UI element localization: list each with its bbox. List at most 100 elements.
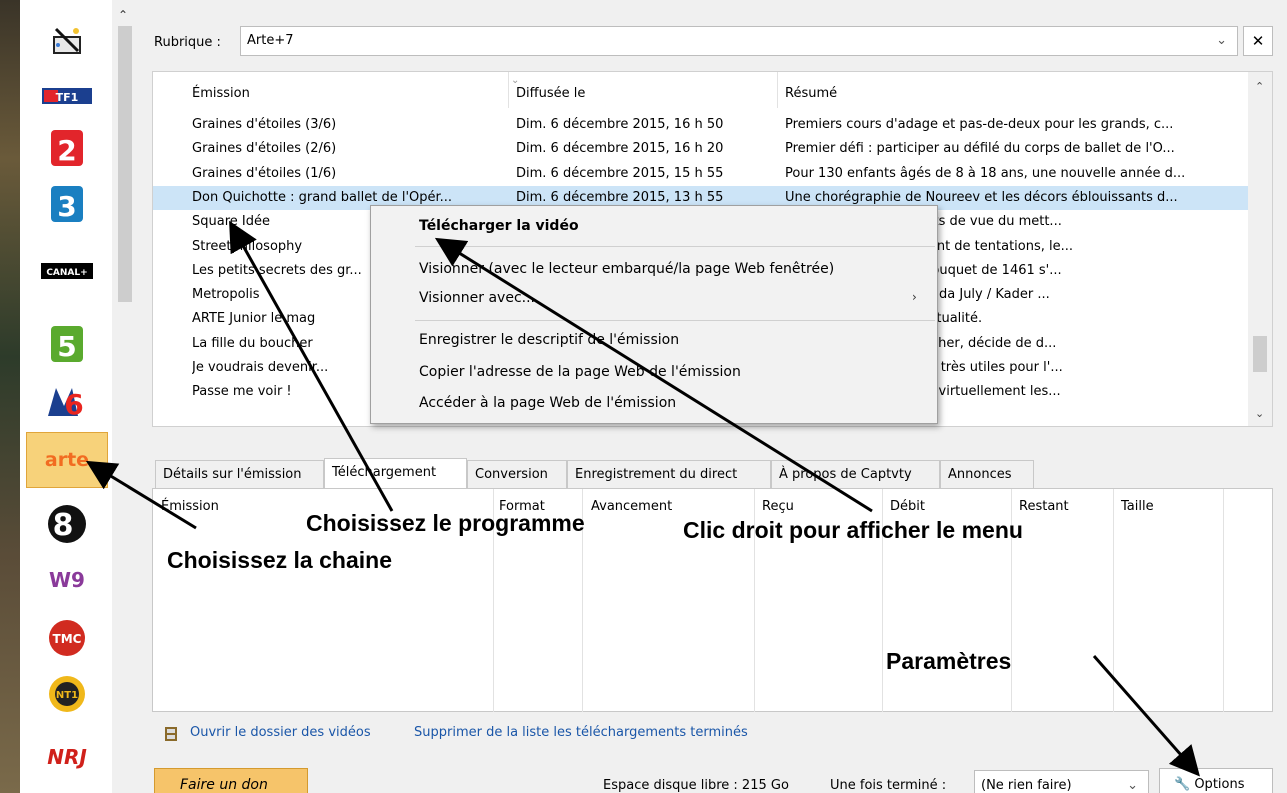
submenu-arrow-icon: › — [912, 290, 917, 304]
close-icon: ✕ — [1251, 32, 1265, 50]
rubrique-label: Rubrique : — [154, 35, 221, 50]
c8-label: 8 — [53, 508, 74, 543]
emission-cell: Don Quichotte : grand ballet de l'Opér..… — [192, 189, 453, 205]
list-item[interactable]: Graines d'étoiles (2/6) Dim. 6 décembre 2… — [153, 137, 1248, 161]
open-folder-link[interactable]: Ouvrir le dossier des vidéos — [190, 725, 371, 740]
tab-label: Téléchargement — [332, 465, 437, 480]
column-separator — [777, 72, 778, 108]
list-item[interactable]: Graines d'étoiles (3/6) Dim. 6 décembre 2… — [153, 113, 1248, 137]
tab-annonces[interactable]: Annonces — [940, 460, 1034, 490]
channel-scrollbar[interactable]: ⌃ — [112, 0, 138, 793]
when-done-label: Une fois terminé : — [830, 778, 947, 793]
menu-separator — [415, 320, 935, 321]
tab-label: Détails sur l'émission — [163, 467, 302, 482]
menu-item-download[interactable]: Télécharger la vidéo — [419, 218, 579, 234]
nrj12-label: NRJ — [47, 745, 87, 769]
france5-label: 5 — [57, 330, 76, 363]
m6-label: 6 — [64, 388, 83, 420]
tab-live-recording[interactable]: Enregistrement du direct — [567, 460, 771, 490]
chevron-down-icon: ⌄ — [1216, 33, 1227, 48]
channel-france2-logo[interactable]: 2 — [28, 124, 106, 172]
menu-item-copy-address[interactable]: Copier l'adresse de la page Web de l'émi… — [419, 364, 741, 380]
close-button[interactable]: ✕ — [1243, 26, 1273, 56]
tf1-label: TF1 — [56, 91, 79, 104]
clear-finished-link[interactable]: Supprimer de la liste les téléchargement… — [414, 725, 748, 740]
arte-label: arte — [44, 449, 90, 471]
emission-cell: Graines d'étoiles (1/6) — [192, 165, 337, 181]
tab-label: Annonces — [948, 467, 1012, 482]
column-header-emission[interactable]: Émission — [161, 499, 219, 514]
annotation-right-click: Clic droit pour afficher le menu — [683, 517, 1023, 543]
menu-separator — [415, 246, 935, 247]
channel-c8-logo[interactable]: 8 — [28, 500, 106, 548]
captvty-window: TF1 2 3 CANAL+ 5 6 arte 8 W9 TMC NT1 NRJ… — [0, 0, 1287, 793]
disk-space-label: Espace disque libre : 215 Go — [603, 778, 789, 793]
options-label: Options — [1194, 777, 1245, 792]
column-header-size[interactable]: Taille — [1121, 499, 1154, 514]
channel-tf1-logo[interactable]: TF1 — [28, 72, 106, 120]
tab-label: Conversion — [475, 467, 548, 482]
channel-m6-logo[interactable]: 6 — [28, 376, 106, 424]
annotation-settings: Paramètres — [886, 648, 1012, 674]
france3-label: 3 — [57, 190, 76, 223]
menu-item-watch-with[interactable]: Visionner avec... — [419, 290, 535, 306]
context-menu: Télécharger la vidéo Visionner (avec le … — [370, 205, 938, 424]
options-button[interactable]: 🔧 Options — [1159, 768, 1273, 793]
column-header-progress[interactable]: Avancement — [591, 499, 672, 514]
channel-tmc-logo[interactable]: TMC — [28, 614, 106, 662]
when-done-value: (Ne rien faire) — [981, 778, 1072, 793]
tab-details[interactable]: Détails sur l'émission — [155, 460, 324, 490]
list-scrollbar[interactable]: ⌃ ⌄ — [1248, 72, 1272, 426]
nt1-label: NT1 — [56, 690, 78, 701]
list-item[interactable]: Graines d'étoiles (1/6) Dim. 6 décembre 2… — [153, 162, 1248, 186]
rubrique-select[interactable]: Arte+7 ⌄ — [240, 26, 1238, 56]
column-header-remaining[interactable]: Restant — [1019, 499, 1069, 514]
scroll-down-icon[interactable]: ⌄ — [1255, 407, 1264, 420]
summary-cell: Premier défi : participer au défilé du c… — [785, 141, 1175, 157]
sort-indicator-icon: ⌄ — [511, 75, 520, 86]
column-header-received[interactable]: Reçu — [762, 499, 794, 514]
annotation-choose-channel: Choisissez la chaine — [167, 547, 392, 573]
column-header-emission[interactable]: Émission — [192, 86, 250, 101]
date-cell: Dim. 6 décembre 2015, 16 h 50 — [516, 117, 724, 132]
donate-button[interactable]: Faire un don — [154, 768, 308, 793]
desktop-background-strip — [0, 0, 20, 793]
scroll-up-icon[interactable]: ⌃ — [118, 8, 128, 22]
channel-arte-logo[interactable]: arte — [26, 432, 108, 488]
tab-download[interactable]: Téléchargement — [324, 458, 467, 490]
column-header-resume[interactable]: Résumé — [785, 86, 837, 101]
summary-cell: Premiers cours d'adage et pas-de-deux po… — [785, 117, 1174, 132]
channel-w9-logo[interactable]: W9 — [28, 556, 106, 604]
emission-cell: Graines d'étoiles (3/6) — [192, 117, 337, 132]
date-cell: Dim. 6 décembre 2015, 13 h 55 — [516, 189, 724, 205]
channel-canalplus-logo[interactable]: CANAL+ — [28, 256, 106, 286]
chevron-down-icon: ⌄ — [1127, 778, 1138, 793]
menu-item-open-page[interactable]: Accéder à la page Web de l'émission — [419, 395, 676, 411]
column-header-rate[interactable]: Débit — [890, 499, 925, 514]
tmc-label: TMC — [53, 632, 82, 646]
scroll-up-icon[interactable]: ⌃ — [1255, 80, 1264, 93]
app-logo-icon[interactable] — [28, 16, 106, 64]
summary-cell: Une chorégraphie de Noureev et les décor… — [785, 189, 1178, 205]
download-links-bar: Ouvrir le dossier des vidéos Supprimer d… — [152, 712, 1273, 756]
emission-cell: Graines d'étoiles (2/6) — [192, 141, 337, 157]
date-cell: Dim. 6 décembre 2015, 16 h 20 — [516, 141, 724, 157]
rubrique-value: Arte+7 — [247, 33, 294, 48]
when-done-select[interactable]: (Ne rien faire) ⌄ — [974, 770, 1149, 793]
column-header-diffusee[interactable]: Diffusée le — [516, 86, 585, 101]
channel-scrollbar-thumb[interactable] — [118, 26, 132, 302]
tab-label: À propos de Captvty — [779, 467, 912, 482]
w9-label: W9 — [49, 568, 85, 592]
channel-nrj12-logo[interactable]: NRJ — [28, 728, 106, 776]
film-folder-icon — [165, 727, 177, 741]
tab-about[interactable]: À propos de Captvty — [771, 460, 940, 490]
channel-nt1-logo[interactable]: NT1 — [28, 670, 106, 718]
canalplus-label: CANAL+ — [46, 268, 87, 278]
channel-france5-logo[interactable]: 5 — [28, 320, 106, 368]
menu-item-save-description[interactable]: Enregistrer le descriptif de l'émission — [419, 332, 679, 348]
france2-label: 2 — [57, 134, 76, 167]
channel-france3-logo[interactable]: 3 — [28, 180, 106, 228]
menu-item-watch-embedded[interactable]: Visionner (avec le lecteur embarqué/la p… — [419, 261, 834, 277]
tab-conversion[interactable]: Conversion — [467, 460, 567, 490]
list-scrollbar-thumb[interactable] — [1253, 336, 1267, 372]
